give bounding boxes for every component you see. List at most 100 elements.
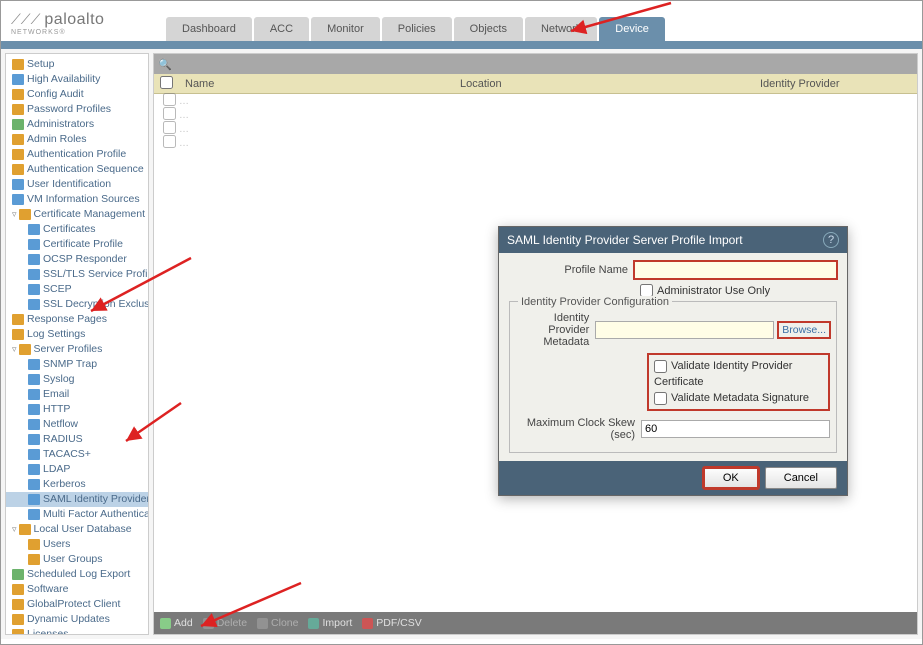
sidebar-item-label: Log Settings [27, 328, 85, 341]
sidebar-item-globalprotect-client[interactable]: GlobalProtect Client [6, 597, 148, 612]
sidebar-item-label: Local User Database [34, 523, 132, 536]
cancel-button[interactable]: Cancel [765, 467, 837, 489]
validate-sig-checkbox[interactable] [654, 392, 667, 405]
tree-icon [12, 584, 24, 595]
sidebar-item-http[interactable]: HTTP [6, 402, 148, 417]
grid-footer: Add Delete Clone Import PDF/CSV [154, 612, 917, 634]
tab-dashboard[interactable]: Dashboard [166, 17, 252, 41]
sidebar-item-setup[interactable]: Setup [6, 57, 148, 72]
grid-header: Name Location Identity Provider [154, 74, 917, 94]
tree-icon [28, 449, 40, 460]
tab-monitor[interactable]: Monitor [311, 17, 380, 41]
row-checkbox[interactable] [163, 135, 176, 148]
sidebar-item-label: SSL/TLS Service Profile [43, 268, 149, 281]
grid-header-name[interactable]: Name [179, 78, 454, 90]
import-button[interactable]: Import [308, 617, 352, 629]
help-icon[interactable]: ? [823, 232, 839, 248]
sidebar-item-users[interactable]: Users [6, 537, 148, 552]
clone-button[interactable]: Clone [257, 617, 298, 629]
sidebar-item-radius[interactable]: RADIUS [6, 432, 148, 447]
sidebar-item-kerberos[interactable]: Kerberos [6, 477, 148, 492]
ok-button[interactable]: OK [703, 467, 759, 489]
sidebar-item-administrators[interactable]: Administrators [6, 117, 148, 132]
delete-button[interactable]: Delete [203, 617, 247, 629]
tab-acc[interactable]: ACC [254, 17, 309, 41]
tree-icon [28, 374, 40, 385]
nav-sidebar: SetupHigh AvailabilityConfig AuditPasswo… [5, 53, 149, 635]
sidebar-item-label: GlobalProtect Client [27, 598, 120, 611]
sidebar-item-admin-roles[interactable]: Admin Roles [6, 132, 148, 147]
sidebar-item-server-profiles[interactable]: Server Profiles [6, 342, 148, 357]
row-checkbox[interactable] [163, 121, 176, 134]
sidebar-item-software[interactable]: Software [6, 582, 148, 597]
sidebar-item-user-identification[interactable]: User Identification [6, 177, 148, 192]
sidebar-item-authentication-profile[interactable]: Authentication Profile [6, 147, 148, 162]
tree-icon [28, 464, 40, 475]
sidebar-item-saml-identity-provider[interactable]: SAML Identity Provider [6, 492, 148, 507]
sidebar-item-label: Config Audit [27, 88, 84, 101]
sidebar-item-ldap[interactable]: LDAP [6, 462, 148, 477]
sidebar-item-label: LDAP [43, 463, 70, 476]
table-row[interactable]: … [154, 122, 917, 136]
tree-icon [28, 479, 40, 490]
sidebar-item-netflow[interactable]: Netflow [6, 417, 148, 432]
sidebar-item-config-audit[interactable]: Config Audit [6, 87, 148, 102]
sidebar-item-ssl-decryption-exclusion[interactable]: SSL Decryption Exclusion [6, 297, 148, 312]
grid-header-check[interactable] [154, 76, 179, 92]
logo-icon: ⟋⟋⟋ [11, 11, 40, 27]
validate-sig-label: Validate Metadata Signature [671, 392, 809, 404]
sidebar-item-multi-factor-authentication[interactable]: Multi Factor Authentication [6, 507, 148, 522]
sidebar-item-scep[interactable]: SCEP [6, 282, 148, 297]
sidebar-item-label: Certificate Profile [43, 238, 123, 251]
profile-name-input[interactable] [634, 261, 837, 279]
add-button[interactable]: Add [160, 617, 193, 629]
tree-icon [28, 539, 40, 550]
tab-network[interactable]: Network [525, 17, 597, 41]
table-row[interactable]: … [154, 94, 917, 108]
table-row[interactable]: … [154, 108, 917, 122]
tab-objects[interactable]: Objects [454, 17, 523, 41]
search-bar[interactable]: 🔍 [154, 54, 917, 74]
sidebar-item-local-user-database[interactable]: Local User Database [6, 522, 148, 537]
tree-icon [28, 509, 40, 520]
plus-icon [160, 618, 171, 629]
max-skew-input[interactable] [641, 420, 830, 438]
sidebar-item-scheduled-log-export[interactable]: Scheduled Log Export [6, 567, 148, 582]
pdfcsv-button[interactable]: PDF/CSV [362, 617, 422, 629]
sidebar-item-vm-information-sources[interactable]: VM Information Sources [6, 192, 148, 207]
sidebar-item-certificate-management[interactable]: Certificate Management [6, 207, 148, 222]
sidebar-item-syslog[interactable]: Syslog [6, 372, 148, 387]
grid-header-idp[interactable]: Identity Provider [754, 78, 917, 90]
sidebar-item-log-settings[interactable]: Log Settings [6, 327, 148, 342]
sidebar-item-dynamic-updates[interactable]: Dynamic Updates [6, 612, 148, 627]
sidebar-item-ocsp-responder[interactable]: OCSP Responder [6, 252, 148, 267]
sidebar-item-authentication-sequence[interactable]: Authentication Sequence [6, 162, 148, 177]
sidebar-item-certificates[interactable]: Certificates [6, 222, 148, 237]
browse-button[interactable]: Browse... [778, 322, 830, 338]
tab-policies[interactable]: Policies [382, 17, 452, 41]
tree-icon [12, 74, 24, 85]
sidebar-item-email[interactable]: Email [6, 387, 148, 402]
row-checkbox[interactable] [163, 93, 176, 106]
sidebar-item-user-groups[interactable]: User Groups [6, 552, 148, 567]
row-checkbox[interactable] [163, 107, 176, 120]
sidebar-item-snmp-trap[interactable]: SNMP Trap [6, 357, 148, 372]
table-row[interactable]: … [154, 136, 917, 150]
grid-header-location[interactable]: Location [454, 78, 754, 90]
tree-icon [12, 164, 24, 175]
sidebar-item-response-pages[interactable]: Response Pages [6, 312, 148, 327]
sidebar-item-label: Syslog [43, 373, 75, 386]
tree-icon [12, 119, 24, 130]
metadata-input[interactable] [595, 321, 774, 339]
tree-icon [12, 104, 24, 115]
sidebar-item-ssl-tls-service-profile[interactable]: SSL/TLS Service Profile [6, 267, 148, 282]
sidebar-item-label: Server Profiles [34, 343, 103, 356]
sidebar-item-high-availability[interactable]: High Availability [6, 72, 148, 87]
tab-device[interactable]: Device [599, 17, 665, 41]
sidebar-item-password-profiles[interactable]: Password Profiles [6, 102, 148, 117]
dialog-titlebar[interactable]: SAML Identity Provider Server Profile Im… [499, 227, 847, 253]
sidebar-item-certificate-profile[interactable]: Certificate Profile [6, 237, 148, 252]
sidebar-item-tacacs-[interactable]: TACACS+ [6, 447, 148, 462]
sidebar-item-licenses[interactable]: Licenses [6, 627, 148, 635]
validate-cert-checkbox[interactable] [654, 360, 667, 373]
